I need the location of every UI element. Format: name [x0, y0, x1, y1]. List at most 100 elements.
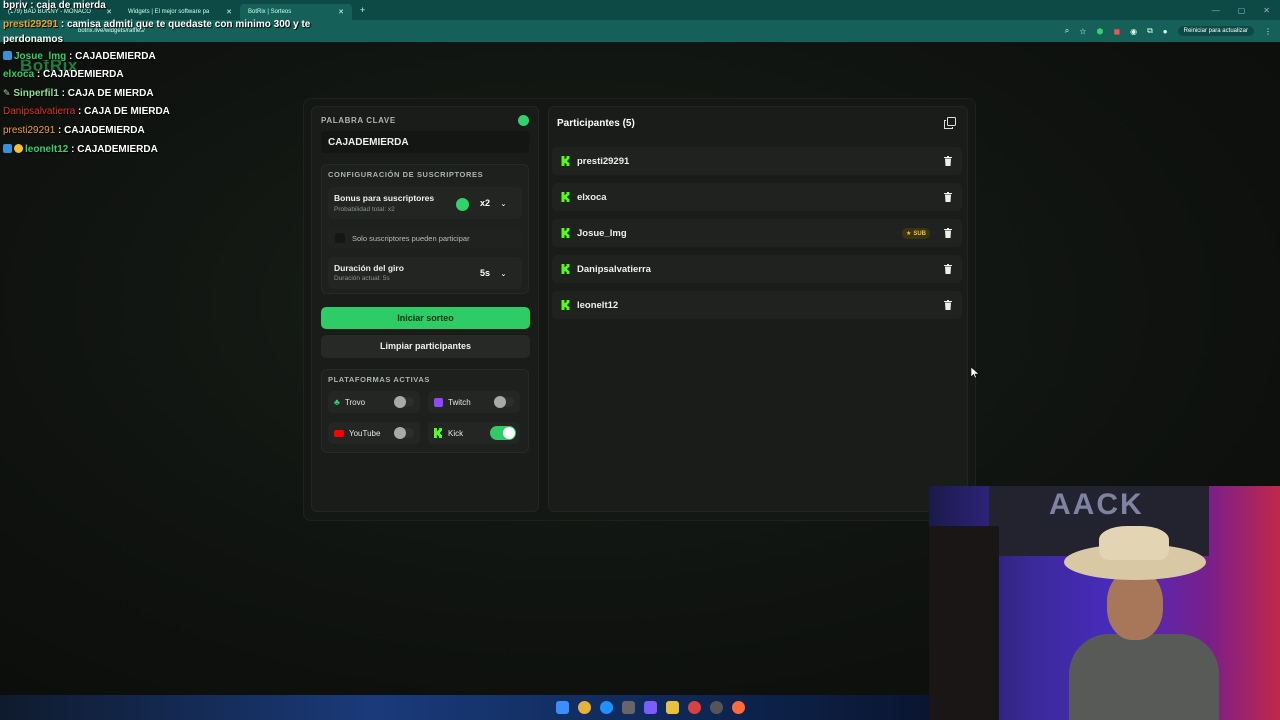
subscriber-settings-label: CONFIGURACIÓN DE SUSCRIPTORES — [328, 170, 484, 179]
keyword-input[interactable]: CAJADEMIERDA — [321, 131, 529, 153]
chrome-icon[interactable] — [578, 701, 591, 714]
platform-label: Trovo — [344, 397, 366, 407]
menu-icon[interactable]: ⋮ — [1264, 27, 1272, 36]
participant-name: leonelt12 — [577, 299, 619, 311]
settings-icon[interactable] — [622, 701, 635, 714]
chevron-down-icon: ⌄ — [500, 201, 507, 208]
youtube-toggle[interactable] — [394, 427, 414, 439]
windows-taskbar — [0, 695, 929, 720]
extension-icon[interactable]: ◉ — [1130, 27, 1137, 36]
star-icon: ★ — [905, 231, 912, 237]
chat-text: caja de mierda — [36, 0, 106, 11]
active-platforms-label: PLATAFORMAS ACTIVAS — [328, 375, 430, 384]
start-raffle-button[interactable]: Iniciar sorteo — [321, 307, 530, 329]
chat-message: Danipsalvatierra : CAJA DE MIERDA — [3, 106, 170, 117]
webcam-overlay: AACK — [929, 486, 1280, 720]
only-subs-label: Solo suscriptores pueden participar — [352, 234, 470, 243]
participants-title: Participantes (5) — [557, 118, 635, 129]
puzzle-icon[interactable]: ⧉ — [1147, 26, 1153, 36]
spin-duration-value: 5s — [480, 268, 491, 278]
webcam-face — [1107, 570, 1163, 640]
chevron-down-icon: ⌄ — [500, 271, 507, 278]
twitch-toggle[interactable] — [494, 396, 514, 408]
chat-text: CAJADEMIERDA — [75, 51, 156, 62]
participant-row: elxoca — [552, 183, 962, 211]
platform-youtube: YouTube — [328, 422, 420, 444]
avatar[interactable]: ● — [1163, 27, 1168, 36]
copy-icon[interactable] — [944, 117, 956, 129]
trash-icon[interactable] — [944, 264, 952, 274]
app-icon[interactable] — [688, 701, 701, 714]
trovo-toggle[interactable] — [394, 396, 414, 408]
participant-row: Josue_lmg ★ SUB — [552, 219, 962, 247]
kick-icon — [561, 228, 570, 238]
chat-user: presti29291 — [3, 19, 59, 30]
badge-icon — [3, 144, 12, 153]
kick-toggle[interactable] — [490, 426, 516, 440]
trash-icon[interactable] — [944, 156, 952, 166]
chat-message: presti29291 : CAJADEMIERDA — [3, 125, 145, 136]
clear-participants-button[interactable]: Limpiar participantes — [321, 335, 530, 358]
bonus-multiplier-value: x2 — [480, 198, 491, 208]
bonus-label: Bonus para suscriptores — [334, 193, 435, 203]
chat-user: leonelt12 — [25, 144, 69, 155]
new-tab-icon[interactable]: + — [360, 5, 365, 15]
app-icon[interactable] — [732, 701, 745, 714]
spin-duration-label: Duración del giro — [334, 263, 404, 273]
kick-icon — [561, 264, 570, 274]
extension-icon[interactable]: ⬢ — [1096, 27, 1103, 36]
keyword-label: PALABRA CLAVE — [321, 116, 396, 125]
app-icon[interactable] — [644, 701, 657, 714]
reload-to-update-button[interactable]: Reiniciar para actualizar — [1177, 26, 1254, 36]
window-close-icon[interactable]: ✕ — [1263, 6, 1270, 15]
spin-duration-select[interactable]: 5s ⌄ — [480, 268, 506, 278]
participant-row: leonelt12 — [552, 291, 962, 319]
bonus-multiplier-select[interactable]: x2 ⌄ — [480, 198, 506, 208]
tab-2-label: Widgets | El mejor software pa — [128, 8, 210, 15]
info-icon[interactable] — [518, 115, 529, 126]
chat-message: leonelt12 : CAJADEMIERDA — [3, 144, 158, 155]
bonus-subtext: Probabilidad total: x2 — [334, 206, 395, 213]
minimize-icon[interactable]: — — [1212, 6, 1220, 15]
chat-text: CAJADEMIERDA — [77, 144, 158, 155]
info-icon[interactable] — [456, 198, 469, 211]
trash-icon[interactable] — [944, 228, 952, 238]
participant-name: Danipsalvatierra — [577, 263, 651, 275]
edge-icon[interactable] — [600, 701, 613, 714]
badge-icon — [14, 144, 23, 153]
platform-label: Kick — [448, 428, 464, 438]
mouse-cursor-icon — [971, 367, 979, 379]
participant-row: Danipsalvatierra — [552, 255, 962, 283]
chat-user: Danipsalvatierra — [3, 106, 76, 117]
kick-icon — [561, 300, 570, 310]
close-icon[interactable]: ✕ — [226, 8, 232, 16]
close-icon[interactable]: ✕ — [106, 8, 112, 16]
chat-text: CAJADEMIERDA — [64, 125, 145, 136]
pencil-icon: ✎ — [3, 88, 11, 98]
windows-start-icon[interactable] — [556, 701, 569, 714]
chat-user: bpriv — [3, 0, 28, 11]
close-icon[interactable]: ✕ — [338, 8, 344, 16]
obs-icon[interactable] — [710, 701, 723, 714]
badge-icon — [3, 51, 12, 60]
webcam-wall-text: AACK — [1049, 488, 1144, 521]
trash-icon[interactable] — [944, 192, 952, 202]
platform-twitch: Twitch — [428, 391, 520, 413]
twitch-icon — [434, 397, 443, 407]
spin-duration-subtext: Duración actual: 5s — [334, 275, 390, 282]
zoom-icon[interactable]: ⌕ — [1065, 26, 1069, 36]
chat-message: ✎ Sinperfil1 : CAJA DE MIERDA — [3, 88, 154, 99]
kick-icon — [561, 156, 570, 166]
only-subs-checkbox[interactable] — [335, 233, 345, 243]
chat-user: Josue_lmg — [14, 51, 67, 62]
star-icon[interactable]: ☆ — [1079, 27, 1086, 36]
maximize-icon[interactable]: ▢ — [1238, 6, 1246, 15]
chat-user: elxoca — [3, 69, 35, 80]
extension-icon[interactable]: ◼ — [1113, 27, 1120, 36]
chat-user: Sinperfil1 — [13, 88, 59, 99]
trash-icon[interactable] — [944, 300, 952, 310]
tab-3-label: BotRix | Sorteos — [248, 8, 292, 15]
webcam-person-left — [929, 526, 999, 720]
kick-icon — [561, 192, 570, 202]
folder-icon[interactable] — [666, 701, 679, 714]
